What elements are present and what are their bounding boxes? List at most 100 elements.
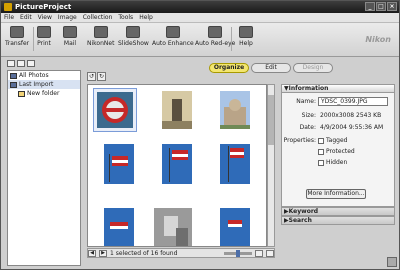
rotate-right-button[interactable]: ↻ bbox=[97, 72, 106, 81]
menu-image[interactable]: Image bbox=[58, 14, 77, 21]
name-field[interactable]: YDSC_0399.JPG bbox=[318, 97, 388, 106]
new-folder-icon[interactable] bbox=[7, 59, 15, 67]
thumbnail[interactable] bbox=[152, 207, 194, 246]
transfer-label: Transfer bbox=[5, 40, 30, 47]
rotate-left-button[interactable]: ↺ bbox=[87, 72, 96, 81]
prev-icon[interactable]: ◀ bbox=[88, 249, 96, 257]
help-button[interactable]: Help bbox=[239, 26, 253, 47]
thumbnail[interactable] bbox=[156, 89, 198, 131]
delete-folder-icon[interactable] bbox=[27, 59, 35, 67]
list-view-icon[interactable] bbox=[266, 249, 274, 257]
help-icon bbox=[239, 26, 253, 38]
nikonnet-button[interactable]: NikonNet bbox=[87, 26, 114, 47]
help-label: Help bbox=[239, 40, 253, 47]
photo-statue bbox=[162, 91, 192, 129]
thumbnail[interactable] bbox=[214, 207, 256, 246]
search-header-label: Search bbox=[288, 217, 312, 224]
thumbnail[interactable] bbox=[93, 88, 137, 132]
slideshow-button[interactable]: SlideShow bbox=[118, 26, 149, 47]
thumbnail[interactable] bbox=[98, 207, 140, 246]
information-header-label: Information bbox=[288, 85, 329, 92]
menu-collection[interactable]: Collection bbox=[83, 14, 113, 21]
import-icon bbox=[10, 81, 17, 88]
information-panel-header[interactable]: ▼ Information bbox=[281, 84, 395, 93]
auto-enhance-icon bbox=[165, 26, 180, 38]
checkbox-box[interactable] bbox=[318, 159, 324, 166]
toolbar-divider bbox=[231, 27, 232, 51]
collection-view-icon[interactable] bbox=[17, 59, 25, 67]
app-window: PictureProject _ □ × File Edit View Imag… bbox=[0, 0, 400, 270]
tab-organize[interactable]: Organize bbox=[209, 63, 249, 73]
print-button[interactable]: Print bbox=[37, 26, 51, 47]
grid-view-icon[interactable] bbox=[255, 249, 263, 257]
menu-bar: File Edit View Image Collection Tools He… bbox=[1, 13, 399, 23]
search-panel-header[interactable]: ▶ Search bbox=[281, 216, 395, 225]
name-label: Name: bbox=[296, 98, 316, 105]
thumbnail-grid bbox=[87, 84, 267, 247]
thumbnail[interactable] bbox=[214, 89, 256, 131]
menu-file[interactable]: File bbox=[4, 14, 14, 21]
hidden-label: Hidden bbox=[326, 159, 348, 166]
nikonnet-label: NikonNet bbox=[87, 40, 115, 47]
mail-icon bbox=[63, 26, 77, 38]
thumbnail[interactable] bbox=[156, 143, 198, 185]
tagged-checkbox[interactable]: Tagged bbox=[318, 137, 347, 144]
red-eye-icon bbox=[208, 26, 223, 38]
protected-checkbox[interactable]: Protected bbox=[318, 148, 355, 155]
keyword-panel-header[interactable]: ▶ Keyword bbox=[281, 207, 395, 216]
folder-icon bbox=[18, 90, 25, 97]
photo-flag bbox=[104, 144, 134, 184]
close-button[interactable]: × bbox=[387, 2, 397, 11]
nikonnet-icon bbox=[93, 26, 108, 38]
tree-item-label: All Photos bbox=[19, 72, 49, 79]
menu-help[interactable]: Help bbox=[139, 14, 153, 21]
info-pane: ▼ Information Name: YDSC_0399.JPG Size: … bbox=[281, 84, 395, 254]
window-title: PictureProject bbox=[15, 3, 72, 11]
thumbnail[interactable] bbox=[98, 143, 140, 185]
tree-item-all-photos[interactable]: All Photos bbox=[8, 71, 80, 80]
auto-enhance-button[interactable]: Auto Enhance bbox=[152, 26, 194, 47]
status-bar: ◀ ▶ 1 selected of 16 found bbox=[87, 248, 275, 258]
resize-grip-icon[interactable] bbox=[387, 257, 397, 267]
nikon-logo: Nikon bbox=[365, 35, 391, 44]
tab-design[interactable]: Design bbox=[293, 63, 333, 73]
auto-enhance-label: Auto Enhance bbox=[152, 40, 194, 47]
thumbnail[interactable] bbox=[214, 143, 256, 185]
maximize-button[interactable]: □ bbox=[376, 2, 386, 11]
scrollbar-thumb[interactable] bbox=[268, 95, 274, 145]
mail-button[interactable]: Mail bbox=[63, 26, 77, 47]
mail-label: Mail bbox=[63, 40, 77, 47]
menu-tools[interactable]: Tools bbox=[118, 14, 133, 21]
thumbnail-scrollbar[interactable] bbox=[267, 84, 275, 247]
tree-item-last-import[interactable]: Last Import bbox=[8, 80, 80, 89]
menu-view[interactable]: View bbox=[38, 14, 52, 21]
menu-edit[interactable]: Edit bbox=[20, 14, 32, 21]
print-label: Print bbox=[37, 40, 51, 47]
title-bar: PictureProject _ □ × bbox=[1, 1, 399, 13]
auto-redeye-label: Auto Red-eye bbox=[195, 40, 236, 47]
more-information-button[interactable]: More Information... bbox=[306, 189, 366, 199]
tree-item-label: New folder bbox=[27, 90, 60, 97]
transfer-button[interactable]: Transfer bbox=[5, 26, 29, 47]
protected-label: Protected bbox=[326, 148, 355, 155]
tree-item-new-folder[interactable]: New folder bbox=[8, 89, 80, 98]
pane-toolbar bbox=[3, 58, 81, 68]
transfer-icon bbox=[10, 26, 25, 38]
toolbar-divider bbox=[33, 27, 34, 51]
auto-redeye-button[interactable]: Auto Red-eye bbox=[195, 26, 235, 47]
properties-label: Properties: bbox=[283, 137, 316, 144]
tree-item-label: Last Import bbox=[19, 81, 54, 88]
slideshow-label: SlideShow bbox=[118, 40, 149, 47]
slider-knob[interactable] bbox=[236, 249, 240, 257]
checkbox-box[interactable] bbox=[318, 148, 324, 155]
tab-edit[interactable]: Edit bbox=[251, 63, 291, 73]
date-label: Date: bbox=[299, 124, 316, 131]
thumbnail-size-slider[interactable] bbox=[224, 249, 252, 257]
photo-building bbox=[220, 91, 250, 129]
minimize-button[interactable]: _ bbox=[365, 2, 375, 11]
hidden-checkbox[interactable]: Hidden bbox=[318, 159, 347, 166]
photos-icon bbox=[10, 72, 17, 79]
photo-sign bbox=[97, 92, 133, 128]
next-icon[interactable]: ▶ bbox=[99, 249, 107, 257]
checkbox-box[interactable] bbox=[318, 137, 324, 144]
